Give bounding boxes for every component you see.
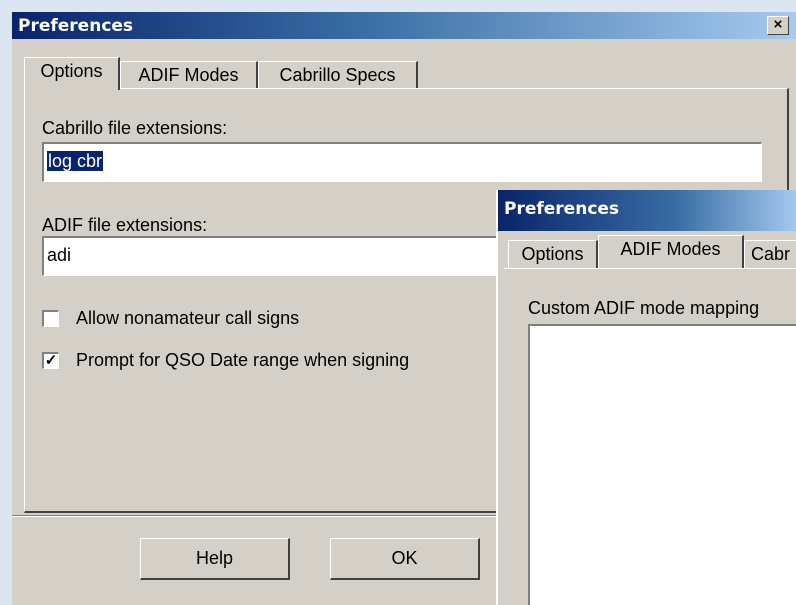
- adif-extensions-input[interactable]: adi: [42, 236, 512, 276]
- title-bar-2[interactable]: Preferences: [498, 190, 796, 231]
- help-button-label: Help: [195, 548, 234, 568]
- checkmark-icon: ✓: [44, 352, 58, 369]
- allow-nonamateur-checkbox[interactable]: [42, 310, 59, 327]
- close-button[interactable]: ×: [767, 16, 789, 35]
- tab-cabrillo-specs-label: Cabrillo Specs: [279, 65, 396, 85]
- cabrillo-extensions-label: Cabrillo file extensions:: [42, 118, 228, 138]
- tab-adif-modes[interactable]: ADIF Modes: [120, 61, 258, 89]
- adif-extensions-label: ADIF file extensions:: [42, 215, 208, 235]
- tab-options-2-label: Options: [521, 244, 584, 264]
- help-button[interactable]: Help: [140, 538, 290, 580]
- tab-options[interactable]: Options: [24, 57, 120, 90]
- title-bar[interactable]: Preferences ×: [12, 12, 796, 39]
- ok-button[interactable]: OK: [330, 538, 480, 580]
- preferences-dialog-adif: Preferences Options ADIF Modes Cabr Cust…: [496, 190, 796, 605]
- prompt-date-range-label: Prompt for QSO Date range when signing: [76, 350, 410, 370]
- dialog-2-title: Preferences: [504, 199, 620, 219]
- custom-mapping-list[interactable]: [528, 324, 796, 605]
- cabrillo-extensions-value: log cbr: [47, 151, 104, 171]
- adif-extensions-value: adi: [47, 245, 72, 265]
- tab-adif-modes-2-label: ADIF Modes: [620, 239, 721, 259]
- screen: Preferences × Options ADIF Modes Cabrill…: [0, 0, 796, 605]
- tab-adif-modes-label: ADIF Modes: [138, 65, 239, 85]
- tab-panel-2-edge: [504, 268, 796, 271]
- close-icon: ×: [773, 16, 783, 33]
- prompt-date-range-checkbox[interactable]: ✓: [42, 352, 59, 369]
- ok-button-label: OK: [391, 548, 418, 568]
- allow-nonamateur-label: Allow nonamateur call signs: [76, 308, 300, 328]
- dialog-title: Preferences: [18, 16, 134, 36]
- button-separator: [12, 515, 512, 517]
- tab-options-label: Options: [40, 61, 103, 81]
- tab-cabrillo-specs-2-label: Cabr: [751, 244, 791, 264]
- cabrillo-extensions-input[interactable]: log cbr: [42, 142, 762, 182]
- custom-mapping-label: Custom ADIF mode mapping: [528, 298, 760, 318]
- tab-adif-modes-2[interactable]: ADIF Modes: [598, 235, 744, 268]
- tab-options-2[interactable]: Options: [508, 240, 598, 268]
- tab-cabrillo-specs-2[interactable]: Cabr: [744, 240, 796, 268]
- tab-cabrillo-specs[interactable]: Cabrillo Specs: [258, 61, 418, 89]
